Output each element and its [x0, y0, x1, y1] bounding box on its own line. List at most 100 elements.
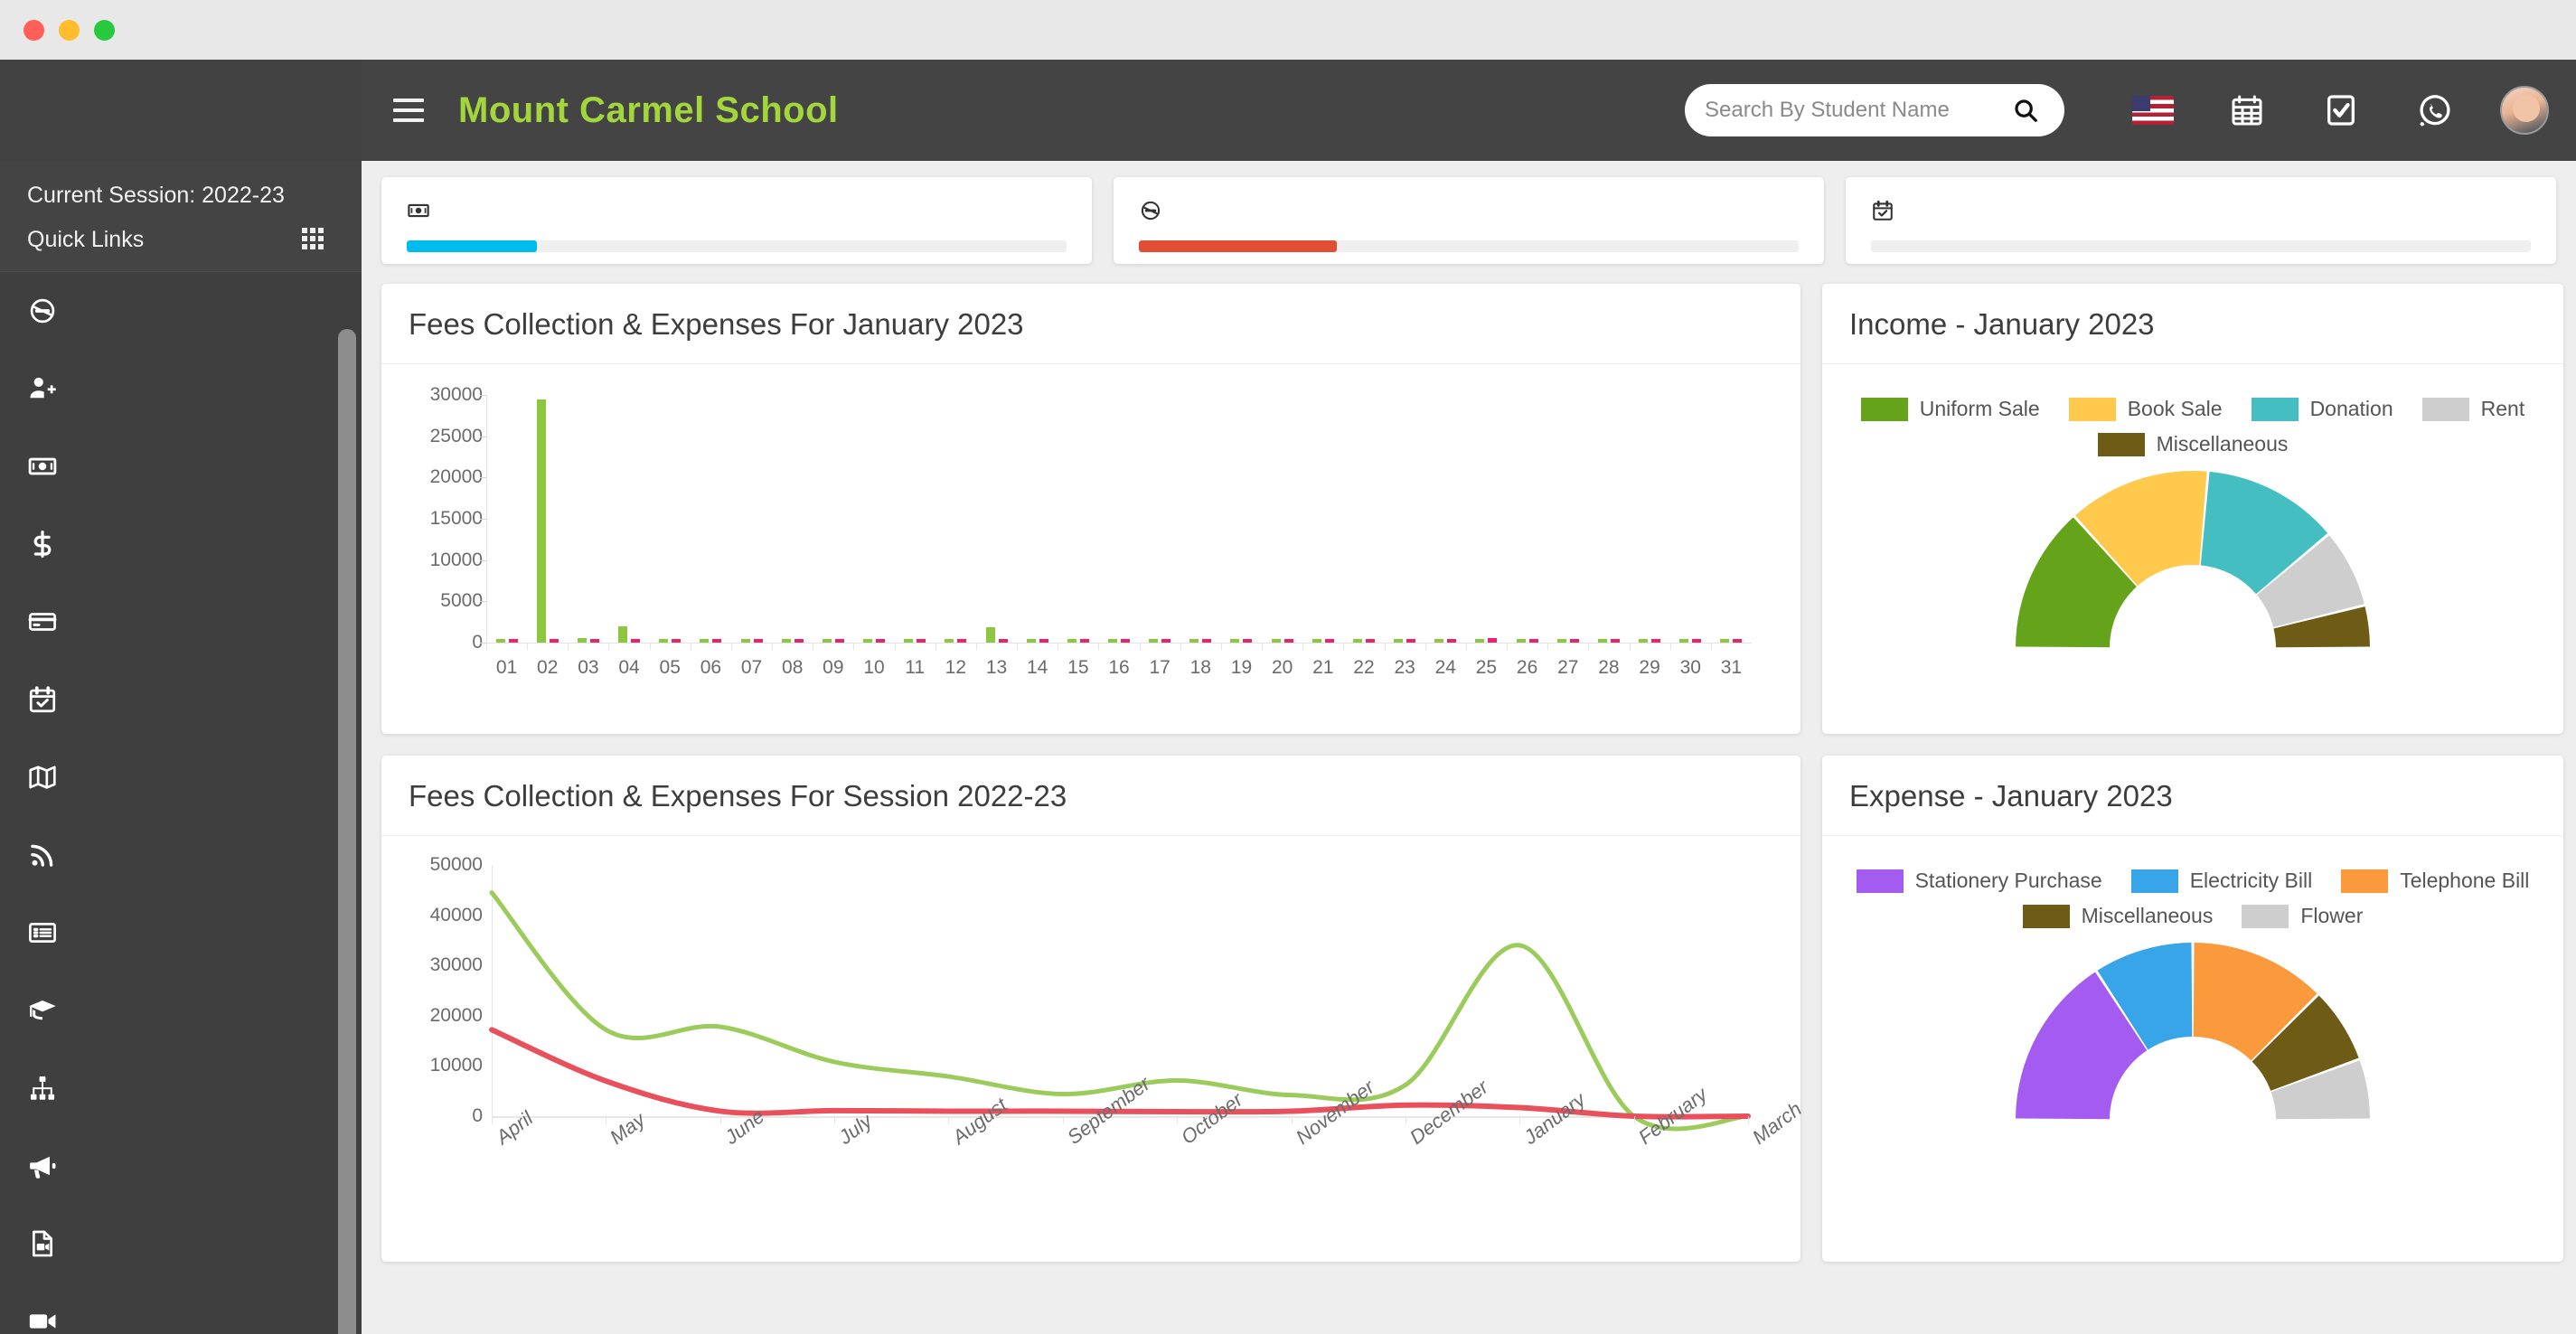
bar-expense[interactable] [672, 639, 681, 643]
bar-expense[interactable] [509, 639, 518, 643]
bar-expense[interactable] [1529, 639, 1538, 643]
legend-item[interactable]: Flower [2242, 904, 2363, 928]
sidebar-item-zoom-live-classes[interactable] [0, 1282, 362, 1334]
bar-fees[interactable] [1434, 639, 1443, 643]
legend-item[interactable]: Uniform Sale [1861, 397, 2040, 421]
sidebar-item-front-office[interactable] [0, 272, 362, 350]
bar-fees[interactable] [1598, 639, 1607, 643]
sidebar-item-academics[interactable] [0, 972, 362, 1049]
bar-fees[interactable] [496, 639, 505, 643]
stat-card-fees-awaiting-payment[interactable] [381, 177, 1092, 264]
bar-expense[interactable] [835, 639, 844, 643]
bar-expense[interactable] [712, 639, 721, 643]
sidebar-item-online-course[interactable] [0, 1205, 362, 1282]
bar-expense[interactable] [1243, 639, 1252, 643]
sidebar-item-examinations[interactable] [0, 738, 362, 816]
legend-item[interactable]: Miscellaneous [2098, 432, 2289, 456]
bar-fees[interactable] [741, 639, 750, 643]
sidebar-item-income[interactable] [0, 505, 362, 583]
stat-card-staff-present-today[interactable] [1846, 177, 2556, 264]
bar-expense[interactable] [1202, 639, 1211, 643]
bar-fees[interactable] [863, 639, 872, 643]
bar-expense[interactable] [1406, 639, 1415, 643]
bar-expense[interactable] [1651, 639, 1660, 643]
bar-expense[interactable] [1611, 639, 1620, 643]
search-input[interactable] [1685, 88, 1983, 133]
bar-fees[interactable] [1108, 639, 1117, 643]
sidebar-item-fees-collection[interactable] [0, 427, 362, 505]
bar-expense[interactable] [1733, 639, 1742, 643]
bar-fees[interactable] [945, 639, 954, 643]
bar-fees[interactable] [1720, 639, 1729, 643]
bar-fees[interactable] [904, 639, 913, 643]
bar-expense[interactable] [1284, 639, 1293, 643]
bar-fees[interactable] [659, 639, 668, 643]
hamburger-menu-icon[interactable] [393, 99, 424, 122]
bar-expense[interactable] [1570, 639, 1579, 643]
bar-fees[interactable] [1557, 639, 1566, 643]
bar-fees[interactable] [1189, 639, 1199, 643]
bar-expense[interactable] [917, 639, 926, 643]
bar-expense[interactable] [1692, 639, 1701, 643]
search-icon[interactable] [2012, 97, 2039, 128]
maximize-window-button[interactable] [94, 20, 115, 41]
stat-card-converted-leads[interactable] [1114, 177, 1824, 264]
bar-fees[interactable] [1230, 639, 1239, 643]
bar-fees[interactable] [1679, 639, 1688, 643]
bar-expense[interactable] [1161, 639, 1170, 643]
bar-fees[interactable] [1027, 639, 1036, 643]
bar-expense[interactable] [876, 639, 885, 643]
bar-fees[interactable] [1067, 639, 1076, 643]
legend-item[interactable]: Miscellaneous [2023, 904, 2214, 928]
bar-expense[interactable] [794, 639, 804, 643]
legend-item[interactable]: Stationery Purchase [1857, 869, 2102, 893]
checkbox-icon[interactable] [2317, 87, 2364, 134]
bar-fees[interactable] [823, 639, 832, 643]
bar-fees[interactable] [1475, 639, 1484, 643]
bar-fees[interactable] [700, 639, 709, 643]
bar-expense[interactable] [957, 639, 966, 643]
bar-fees[interactable] [1312, 639, 1321, 643]
flag-icon[interactable] [2129, 87, 2176, 134]
bar-expense[interactable] [1325, 639, 1334, 643]
bar-expense[interactable] [550, 639, 559, 643]
whatsapp-icon[interactable] [2411, 87, 2458, 134]
sidebar-item-expenses[interactable] [0, 583, 362, 661]
bar-expense[interactable] [1121, 639, 1130, 643]
sidebar-scrollbar-thumb[interactable] [338, 329, 356, 1334]
sidebar-scrollbar[interactable] [338, 329, 356, 1334]
legend-item[interactable]: Electricity Bill [2131, 869, 2312, 893]
bar-fees[interactable] [537, 399, 546, 643]
bar-fees[interactable] [1394, 639, 1403, 643]
bar-expense[interactable] [999, 639, 1008, 643]
bar-expense[interactable] [1488, 638, 1497, 643]
search-box[interactable] [1685, 84, 2064, 136]
bar-fees[interactable] [1517, 639, 1526, 643]
bar-expense[interactable] [1039, 639, 1048, 643]
grid-apps-icon[interactable] [302, 228, 324, 249]
bar-fees[interactable] [618, 626, 627, 643]
legend-item[interactable]: Rent [2422, 397, 2525, 421]
sidebar-item-human-resource[interactable] [0, 1049, 362, 1127]
sidebar-item-student-information[interactable] [0, 350, 362, 427]
bar-expense[interactable] [590, 639, 599, 643]
close-window-button[interactable] [24, 20, 44, 41]
bar-fees[interactable] [782, 639, 791, 643]
bar-expense[interactable] [1447, 639, 1456, 643]
bar-expense[interactable] [754, 639, 763, 643]
bar-fees[interactable] [1272, 639, 1281, 643]
bar-fees[interactable] [986, 627, 995, 643]
bar-fees[interactable] [578, 638, 587, 643]
sidebar-item-communicate[interactable] [0, 1127, 362, 1205]
legend-item[interactable]: Telephone Bill [2341, 869, 2529, 893]
bar-expense[interactable] [1366, 639, 1375, 643]
avatar[interactable] [2500, 86, 2549, 135]
calendar-icon[interactable] [2223, 87, 2270, 134]
legend-item[interactable]: Donation [2252, 397, 2393, 421]
bar-fees[interactable] [1353, 639, 1362, 643]
bar-expense[interactable] [1080, 639, 1089, 643]
bar-fees[interactable] [1639, 639, 1648, 643]
minimize-window-button[interactable] [59, 20, 80, 41]
bar-expense[interactable] [631, 639, 640, 643]
sidebar-item-online-examinations[interactable] [0, 816, 362, 894]
